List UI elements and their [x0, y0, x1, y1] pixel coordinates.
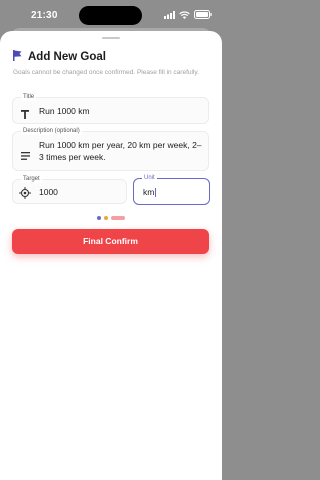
unit-field-label: Unit	[142, 175, 157, 182]
title-field-label: Title	[21, 94, 37, 101]
add-goal-sheet: Add New Goal Goals cannot be changed onc…	[0, 31, 222, 480]
signal-icon	[164, 6, 175, 24]
page-title: Add New Goal	[28, 51, 106, 63]
sheet-header: Add New Goal	[13, 48, 106, 66]
unit-field[interactable]: Unit km	[133, 175, 210, 205]
description-field-label: Description (optional)	[21, 128, 82, 135]
wifi-icon	[179, 6, 190, 24]
description-field[interactable]: Description (optional) Run 1000 km per y…	[12, 128, 209, 171]
page-indicator	[97, 216, 125, 220]
title-field[interactable]: Title Run 1000 km	[12, 94, 209, 124]
final-confirm-button[interactable]: Final Confirm	[12, 229, 209, 254]
status-icons	[164, 10, 212, 20]
target-icon	[19, 186, 31, 204]
text-cursor	[154, 188, 156, 198]
target-field-value: 1000	[39, 187, 58, 197]
target-field-label: Target	[21, 176, 42, 183]
flag-icon	[13, 48, 22, 66]
dynamic-island	[79, 6, 142, 25]
page-dot	[97, 216, 101, 220]
target-field[interactable]: Target 1000	[12, 176, 127, 204]
unit-field-value: km	[143, 186, 156, 198]
page-dot-active	[111, 216, 125, 220]
page-dot	[104, 216, 108, 220]
description-field-value: Run 1000 km per year, 20 km per week, 2–…	[39, 140, 202, 162]
text-icon	[21, 106, 29, 124]
battery-icon	[194, 6, 212, 24]
unit-field-text: km	[143, 187, 155, 197]
status-time: 21:30	[31, 10, 58, 21]
sheet-grabber[interactable]	[102, 37, 120, 39]
title-field-value: Run 1000 km	[39, 106, 90, 116]
notes-icon	[21, 147, 30, 165]
hint-text: Goals cannot be changed once confirmed. …	[13, 69, 199, 76]
